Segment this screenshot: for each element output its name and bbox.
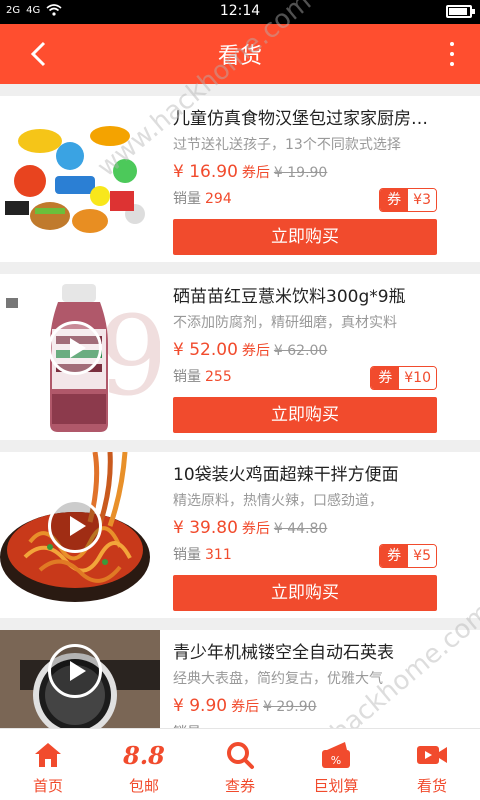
- coupon-amount: ¥10: [399, 367, 436, 389]
- page-title: 看货: [217, 44, 262, 69]
- coupon-badge[interactable]: 券 ¥3: [379, 188, 437, 212]
- tab-icon-text: 8.8: [123, 740, 165, 770]
- product-list[interactable]: 儿童仿真食物汉堡包过家家厨房玩具 过节送礼送孩子，13个不同款式选择 ¥ 16.…: [0, 96, 480, 728]
- product-image-watch[interactable]: [0, 630, 160, 728]
- product-name[interactable]: 青少年机械镂空全自动石英表: [173, 638, 440, 664]
- coupon-badge[interactable]: 券 ¥5: [379, 544, 437, 568]
- sales-number: 255: [205, 369, 232, 385]
- tab-home[interactable]: 首页: [0, 729, 96, 800]
- sales-label: 销量: [173, 369, 201, 385]
- battery-icon: [446, 5, 475, 18]
- bottom-tab-bar: 首页 8.8 包邮 查券 % 巨划算 看货: [0, 728, 480, 800]
- product-card[interactable]: 青少年机械镂空全自动石英表 经典大表盘，简约复古，优雅大气 ¥ 9.90 券后 …: [0, 630, 480, 728]
- coupon-amount: ¥5: [408, 545, 436, 567]
- tab-label: 巨划算: [313, 777, 359, 795]
- tab-free-shipping[interactable]: 8.8 包邮: [96, 729, 192, 800]
- product-image-drink[interactable]: 9: [0, 274, 160, 440]
- price: ¥ 39.80: [173, 518, 238, 538]
- tab-watch-goods[interactable]: 看货: [384, 729, 480, 800]
- original-price: ¥ 19.90: [273, 165, 328, 181]
- price: ¥ 52.00: [173, 340, 238, 360]
- svg-text:%: %: [331, 754, 341, 767]
- product-desc: 不添加防腐剂，精研细磨，真材实料: [173, 315, 397, 331]
- sales-count: 销量 255: [173, 366, 232, 386]
- play-icon[interactable]: [48, 499, 102, 553]
- original-price: ¥ 44.80: [273, 521, 328, 537]
- after-coupon-label: 券后: [241, 521, 270, 537]
- tab-deals[interactable]: % 巨划算: [288, 729, 384, 800]
- discount-icon: %: [322, 742, 350, 768]
- sales-label: 销量: [173, 191, 201, 207]
- coupon-tag: 券: [380, 545, 409, 567]
- coupon-tag: 券: [371, 367, 400, 389]
- product-desc: 精选原料，热情火辣，口感劲道，: [173, 493, 383, 509]
- product-name[interactable]: 硒苗苗红豆薏米饮料300g*9瓶: [173, 282, 440, 308]
- search-icon: [227, 742, 254, 769]
- coupon-tag: 券: [380, 189, 409, 211]
- product-info: 硒苗苗红豆薏米饮料300g*9瓶 不添加防腐剂，精研细磨，真材实料 ¥ 52.0…: [173, 282, 440, 366]
- sales-number: 311: [205, 547, 232, 563]
- price-row: ¥ 16.90 券后 ¥ 19.90: [173, 162, 440, 188]
- price: ¥ 16.90: [173, 162, 238, 182]
- product-info: 10袋装火鸡面超辣干拌方便面 精选原料，热情火辣，口感劲道， ¥ 39.80 券…: [173, 460, 440, 544]
- price-row: ¥ 39.80 券后 ¥ 44.80: [173, 518, 440, 544]
- status-bar: 2G 4G 12:14: [0, 0, 480, 24]
- clock: 12:14: [219, 3, 261, 19]
- more-vertical-icon[interactable]: [448, 42, 456, 66]
- after-coupon-label: 券后: [241, 165, 270, 181]
- product-image-food-toy[interactable]: [0, 96, 160, 262]
- coupon-amount: ¥3: [408, 189, 436, 211]
- original-price: ¥ 29.90: [263, 699, 317, 715]
- app-header: 看货: [0, 24, 480, 84]
- play-icon[interactable]: [48, 321, 102, 375]
- tab-label: 查券: [224, 777, 255, 795]
- tab-label: 看货: [416, 777, 447, 795]
- after-coupon-label: 券后: [231, 699, 260, 715]
- price: ¥ 9.90: [173, 696, 228, 716]
- product-image-noodles[interactable]: [0, 452, 160, 618]
- product-card[interactable]: 9 硒苗苗红豆薏米饮料300g*9瓶 不添加防腐剂，精研细磨，真材实料 ¥ 52…: [0, 274, 480, 440]
- product-name[interactable]: 儿童仿真食物汉堡包过家家厨房玩具: [173, 104, 440, 130]
- sales-count: 销量 311: [173, 544, 232, 564]
- tab-label: 包邮: [128, 777, 159, 795]
- sales-number: 294: [205, 191, 232, 207]
- home-icon: [35, 743, 61, 767]
- product-card[interactable]: 10袋装火鸡面超辣干拌方便面 精选原料，热情火辣，口感劲道， ¥ 39.80 券…: [0, 452, 480, 618]
- product-desc: 经典大表盘，简约复古，优雅大气: [173, 671, 383, 687]
- product-name[interactable]: 10袋装火鸡面超辣干拌方便面: [173, 460, 440, 486]
- after-coupon-label: 券后: [241, 343, 270, 359]
- buy-now-button[interactable]: 立即购买: [173, 575, 437, 611]
- price-row: ¥ 52.00 券后 ¥ 62.00: [173, 340, 440, 366]
- product-card[interactable]: 儿童仿真食物汉堡包过家家厨房玩具 过节送礼送孩子，13个不同款式选择 ¥ 16.…: [0, 96, 480, 262]
- product-desc: 过节送礼送孩子，13个不同款式选择: [173, 137, 401, 153]
- product-info: 儿童仿真食物汉堡包过家家厨房玩具 过节送礼送孩子，13个不同款式选择 ¥ 16.…: [173, 104, 440, 188]
- video-icon: [417, 746, 447, 764]
- tab-search-coupon[interactable]: 查券: [192, 729, 288, 800]
- price-row: ¥ 9.90 券后 ¥ 29.90: [173, 696, 440, 722]
- sales-label: 销量: [173, 547, 201, 563]
- sales-count: 销量 294: [173, 188, 232, 208]
- tab-label: 首页: [32, 777, 63, 795]
- product-info: 青少年机械镂空全自动石英表 经典大表盘，简约复古，优雅大气 ¥ 9.90 券后 …: [173, 638, 440, 722]
- play-icon[interactable]: [48, 644, 102, 698]
- coupon-badge[interactable]: 券 ¥10: [370, 366, 437, 390]
- original-price: ¥ 62.00: [273, 343, 328, 359]
- buy-now-button[interactable]: 立即购买: [173, 397, 437, 433]
- buy-now-button[interactable]: 立即购买: [173, 219, 437, 255]
